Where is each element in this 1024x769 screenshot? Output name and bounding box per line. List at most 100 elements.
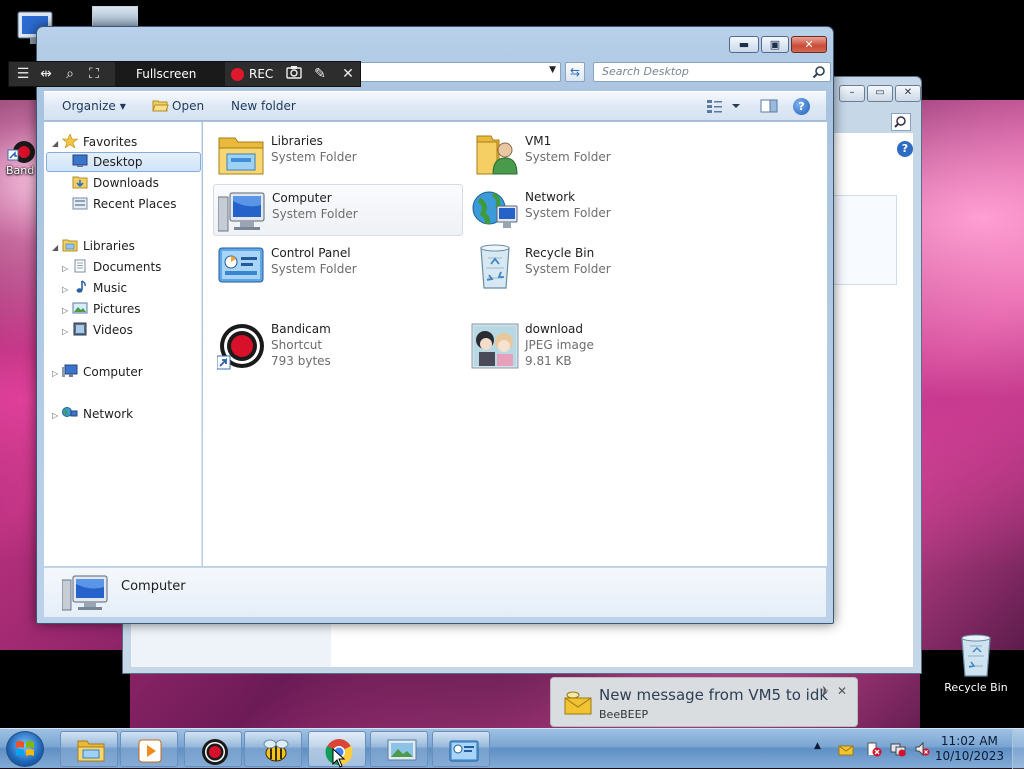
nav-computer[interactable]: ▷ Computer: [52, 362, 143, 382]
nav-item-desktop[interactable]: Desktop: [72, 152, 143, 172]
preview-pane-icon: [760, 99, 778, 113]
bandicam-icon: [7, 141, 35, 163]
refresh-icon[interactable]: ⇆: [565, 62, 585, 82]
help-icon[interactable]: ?: [793, 98, 810, 115]
collapsed-triangle-icon[interactable]: ▷: [52, 364, 62, 384]
recycle-bin-icon: [480, 244, 510, 289]
maximize-button[interactable]: ▣: [761, 36, 789, 53]
file-item-download[interactable]: download JPEG image 9.81 KB: [467, 320, 717, 378]
folder-open-icon: [152, 100, 169, 112]
desktop-icon-bandicam[interactable]: Band: [6, 140, 40, 177]
collapsed-triangle-icon[interactable]: ▷: [62, 259, 72, 279]
search-input[interactable]: Search Desktop: [593, 62, 831, 82]
file-item-computer[interactable]: Computer System Folder: [213, 184, 463, 236]
desktop-picture-icon[interactable]: [92, 6, 138, 28]
search-icon[interactable]: [812, 65, 826, 79]
record-icon[interactable]: [231, 68, 244, 81]
nav-item-documents[interactable]: ▷ Documents: [62, 257, 161, 277]
collapsed-triangle-icon[interactable]: ▷: [52, 406, 62, 426]
chevron-down-icon[interactable]: ▼: [549, 65, 556, 75]
file-item-control-panel[interactable]: Control Panel System Folder: [213, 240, 463, 292]
organize-button[interactable]: Organize ▼: [62, 99, 126, 113]
taskbar-media-player[interactable]: [120, 731, 178, 767]
bandicam-icon: [217, 324, 264, 370]
nav-item-recent-places[interactable]: Recent Places: [72, 194, 176, 214]
nav-item-pictures[interactable]: ▷ Pictures: [62, 299, 141, 319]
bg-maximize-button[interactable]: ▭: [867, 85, 893, 102]
taskbar-photo-viewer[interactable]: [370, 731, 428, 767]
file-item-bandicam[interactable]: Bandicam Shortcut 793 bytes: [213, 320, 463, 378]
crop-icon[interactable]: ⛶: [85, 65, 103, 83]
fullscreen-mode-label[interactable]: Fullscreen: [136, 67, 196, 81]
expanded-triangle-icon[interactable]: ◢: [52, 134, 62, 154]
windows-logo-icon: [16, 741, 34, 756]
view-icon: [707, 100, 740, 113]
notification-toast[interactable]: New message from VM5 to idk BeeBEEP ✕ ✈: [550, 677, 858, 727]
clock-time: 11:02 AM: [940, 734, 998, 748]
file-item-recycle-bin[interactable]: Recycle Bin System Folder: [467, 240, 717, 292]
desktop-icon-label: Band: [6, 164, 35, 177]
desktop-icon-recycle-bin[interactable]: Recycle Bin: [936, 632, 1016, 694]
close-icon[interactable]: ✕: [837, 684, 847, 698]
taskbar-bandicam[interactable]: [184, 731, 242, 767]
bg-search-icon[interactable]: [891, 113, 911, 131]
show-desktop-button[interactable]: [1012, 729, 1024, 769]
taskbar-beebeep[interactable]: [244, 731, 302, 767]
nav-item-videos[interactable]: ▷ Videos: [62, 320, 133, 340]
file-item-libraries[interactable]: Libraries System Folder: [213, 128, 463, 180]
item-name: Libraries: [271, 134, 323, 148]
close-icon[interactable]: ✕: [339, 65, 357, 83]
bg-minimize-button[interactable]: –: [839, 85, 865, 102]
preview-pane-button[interactable]: [760, 98, 778, 117]
bg-help-icon[interactable]: ?: [897, 141, 913, 157]
minimize-button[interactable]: ▬: [729, 36, 759, 53]
collapsed-triangle-icon[interactable]: ▷: [62, 280, 72, 300]
jpeg-thumbnail-icon: [471, 323, 519, 369]
computer-icon: [218, 192, 265, 232]
nav-item-music[interactable]: ▷ Music: [62, 278, 127, 298]
show-hidden-icons-button[interactable]: ▲: [814, 741, 821, 751]
start-button[interactable]: [6, 731, 44, 767]
control-panel-icon: [449, 740, 479, 762]
expanded-triangle-icon[interactable]: ◢: [52, 238, 62, 258]
mouse-cursor-icon: [332, 748, 346, 768]
item-size: 9.81 KB: [525, 354, 572, 368]
network-tray-icon[interactable]: [890, 741, 906, 757]
item-size: 793 bytes: [271, 354, 331, 368]
close-button[interactable]: ✕: [791, 36, 827, 53]
nav-item-downloads[interactable]: Downloads: [72, 173, 159, 193]
recycle-bin-icon: [961, 634, 991, 677]
action-center-icon[interactable]: [866, 741, 882, 757]
nav-network[interactable]: ▷ Network: [52, 404, 133, 424]
item-name: Network: [525, 190, 576, 204]
navigation-pane: ◢ Favorites Desktop Downloads Recent Plac…: [44, 122, 202, 566]
nav-favorites[interactable]: ◢ Favorites: [52, 132, 137, 152]
camera-icon[interactable]: [285, 65, 303, 83]
photo-viewer-icon: [387, 739, 417, 761]
rec-button[interactable]: REC: [249, 67, 273, 81]
file-item-network[interactable]: Network System Folder: [467, 184, 717, 236]
taskbar-explorer[interactable]: [60, 731, 118, 767]
file-item-vm1[interactable]: VM1 System Folder: [467, 128, 717, 180]
nav-libraries[interactable]: ◢ Libraries: [52, 236, 135, 256]
collapsed-triangle-icon[interactable]: ▷: [62, 322, 72, 342]
music-icon: [76, 280, 86, 293]
beebeep-tray-icon[interactable]: [838, 741, 854, 757]
pin-icon[interactable]: ✈: [820, 684, 829, 697]
window-select-icon[interactable]: ⌕: [61, 65, 79, 83]
system-clock[interactable]: 11:02 AM 10/10/2023: [935, 734, 1004, 764]
bg-close-button[interactable]: ✕: [895, 85, 921, 102]
open-button[interactable]: Open: [152, 99, 204, 113]
pencil-icon[interactable]: ✎: [311, 65, 329, 83]
libraries-icon: [62, 239, 78, 252]
resize-icon[interactable]: ⇹: [37, 65, 55, 83]
collapsed-triangle-icon[interactable]: ▷: [62, 301, 72, 321]
menu-icon[interactable]: ☰: [14, 65, 32, 83]
change-view-button[interactable]: [706, 98, 742, 117]
user-folder-icon: [476, 135, 518, 175]
volume-muted-icon[interactable]: [914, 741, 930, 757]
explorer-window[interactable]: ▬ ▣ ✕ ▼ ⇆ Search Desktop Organize ▼ Open …: [36, 26, 834, 624]
new-folder-button[interactable]: New folder: [231, 99, 296, 113]
item-name: Computer: [272, 191, 332, 205]
taskbar-control-panel[interactable]: [432, 731, 490, 767]
